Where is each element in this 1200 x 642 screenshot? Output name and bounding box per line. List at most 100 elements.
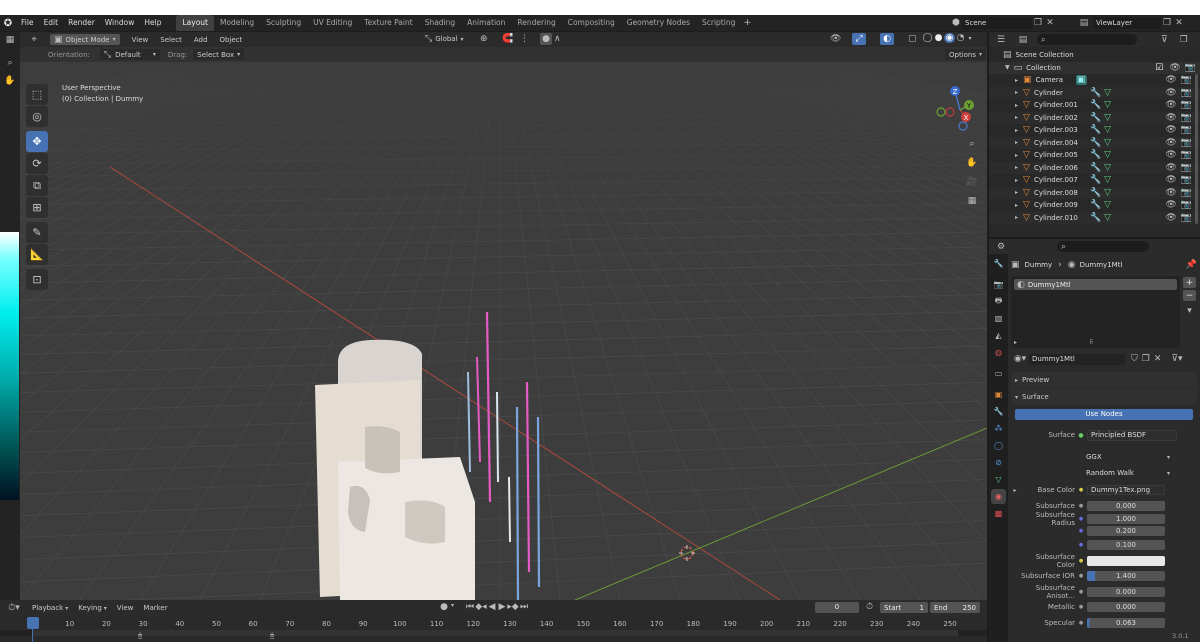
workspace-tab-animation[interactable]: Animation — [461, 15, 511, 31]
menu-select[interactable]: Select — [160, 36, 182, 44]
menu-object[interactable]: Object — [219, 36, 242, 44]
workspace-tab-rendering[interactable]: Rendering — [511, 15, 561, 31]
new-collection-icon[interactable]: ❐ — [1180, 35, 1188, 45]
start-frame-field[interactable]: Start 1 — [880, 602, 928, 613]
eye-icon[interactable]: 👁 — [1165, 200, 1176, 210]
socket-dot-icon[interactable]: ● — [1075, 604, 1087, 610]
wireframe-shading-icon[interactable]: ◯ — [922, 33, 933, 43]
eye-icon[interactable]: 👁 — [1165, 113, 1176, 123]
expand-arrow-icon[interactable]: ▸ — [1015, 139, 1018, 146]
subsurface-ior-field[interactable]: 1.400 — [1087, 571, 1165, 581]
outliner-editor-icon[interactable]: ☰ — [993, 35, 1009, 45]
object-tab-icon[interactable]: ▣ — [991, 387, 1006, 402]
link-type-icon[interactable]: ⊽▾ — [1171, 354, 1182, 364]
timeline-scrubber-track[interactable] — [0, 630, 987, 636]
outliner-row-object[interactable]: ▸ ▽ Cylinder 🔧 ▽ 👁 📷 — [989, 86, 1200, 99]
filter-icon[interactable]: ⊽ — [1161, 35, 1168, 45]
mesh-data-icon[interactable]: ▽ — [1104, 113, 1111, 123]
playback-menu[interactable]: Playback — [32, 604, 63, 612]
checkbox-icon[interactable]: ☑ — [1155, 63, 1163, 73]
subsurface-color-field[interactable] — [1087, 555, 1165, 566]
eye-icon[interactable]: 👁 — [1165, 150, 1176, 160]
camera-render-icon[interactable]: 📷 — [1181, 125, 1192, 135]
outliner-row-object[interactable]: ▸ ▽ Cylinder.004 🔧 ▽ 👁 📷 — [989, 136, 1200, 149]
menu-file[interactable]: File — [16, 15, 39, 31]
mesh-data-icon[interactable]: ▽ — [1104, 200, 1111, 210]
mesh-data-icon[interactable]: ▽ — [1104, 213, 1111, 223]
scene-name[interactable]: Scene — [962, 17, 1032, 29]
editor-type-icon[interactable]: ▦ — [4, 34, 16, 46]
expand-arrow-icon[interactable]: ▸ — [1015, 89, 1018, 96]
outliner-row-collection[interactable]: ▼ ▭ Collection ☑ 👁 📷 — [989, 61, 1200, 74]
jump-end-icon[interactable]: ⏭ — [519, 602, 529, 612]
remove-slot-icon[interactable]: − — [1183, 290, 1196, 301]
cursor-tool-icon[interactable]: ◎ — [26, 106, 48, 127]
camera-render-icon[interactable]: 📷 — [1185, 63, 1196, 73]
workspace-tab-layout[interactable]: Layout — [176, 15, 214, 31]
close-scene-icon[interactable]: ✕ — [1044, 18, 1056, 28]
3d-cursor-icon[interactable] — [677, 543, 697, 563]
modifier-wrench-icon[interactable]: 🔧 — [1090, 188, 1101, 198]
camera-render-icon[interactable]: 📷 — [1181, 175, 1192, 185]
expand-arrow-icon[interactable]: ▸ — [1015, 202, 1018, 209]
outliner-row-object[interactable]: ▸ ▽ Cylinder.007 🔧 ▽ 👁 📷 — [989, 174, 1200, 187]
chevron-down-icon[interactable]: ▾ — [966, 35, 974, 42]
outliner-row-object[interactable]: ▸ ▽ Cylinder.001 🔧 ▽ 👁 📷 — [989, 99, 1200, 112]
material-tab-icon[interactable]: ◉ — [991, 489, 1006, 504]
texture-tab-icon[interactable]: ▩ — [991, 506, 1006, 521]
subsurface-radius-z-field[interactable]: 0.100 — [1087, 540, 1165, 550]
view-layer-tab-icon[interactable]: ▧ — [991, 311, 1006, 326]
duplicate-material-icon[interactable]: ❐ — [1142, 354, 1150, 364]
marker-menu[interactable]: Marker — [143, 604, 167, 612]
zoom-view-icon[interactable]: ⌕ — [963, 135, 981, 153]
eye-icon[interactable]: 👁 — [1165, 188, 1176, 198]
next-keyframe-icon[interactable]: ▸◆ — [507, 602, 519, 612]
camera-render-icon[interactable]: 📷 — [1181, 138, 1192, 148]
expand-arrow-icon[interactable]: ▸ — [1015, 214, 1018, 221]
base-color-field[interactable]: Dummy1Tex.png — [1087, 485, 1165, 495]
socket-dot-icon[interactable]: ● — [1075, 503, 1087, 509]
view-layer-name[interactable]: ViewLayer — [1093, 17, 1161, 29]
modifier-wrench-icon[interactable]: 🔧 — [1090, 100, 1101, 110]
camera-data-icon[interactable]: ▣ — [1075, 75, 1087, 86]
modifier-wrench-icon[interactable]: 🔧 — [1090, 150, 1101, 160]
proportional-edit-icon[interactable]: ● — [540, 33, 552, 45]
modifier-wrench-icon[interactable]: 🔧 — [1090, 125, 1101, 135]
modifier-wrench-icon[interactable]: 🔧 — [1090, 138, 1101, 148]
camera-render-icon[interactable]: 📷 — [1181, 88, 1192, 98]
metallic-field[interactable]: 0.000 — [1087, 602, 1165, 612]
mesh-data-icon[interactable]: ▽ — [1104, 100, 1111, 110]
subsurface-radius-y-field[interactable]: 0.200 — [1087, 526, 1165, 536]
mesh-data-icon[interactable]: ▽ — [1104, 163, 1111, 173]
gizmo-toggle-icon[interactable]: ⤢ — [852, 33, 866, 45]
subsurface-field[interactable]: 0.000 — [1087, 500, 1165, 511]
rendered-shading-icon[interactable]: ◔ — [955, 33, 966, 43]
modifier-wrench-icon[interactable]: 🔧 — [1090, 175, 1101, 185]
stopwatch-icon[interactable]: ⏱ — [866, 602, 873, 612]
jump-start-icon[interactable]: ⏮ — [465, 602, 475, 612]
socket-dot-icon[interactable]: ● — [1075, 558, 1087, 564]
view-layer-selector[interactable]: ▤ ViewLayer ❐ ✕ — [1075, 17, 1185, 29]
sss-method-dropdown[interactable]: Random Walk ▾ — [1083, 467, 1173, 479]
measure-tool-icon[interactable]: 📐 — [26, 244, 48, 265]
render-tab-icon[interactable]: 📷 — [991, 277, 1006, 292]
eye-icon[interactable]: 👁 — [1169, 63, 1180, 73]
expand-arrow-icon[interactable]: ▸ — [1015, 127, 1018, 134]
workspace-tab-scripting[interactable]: Scripting — [696, 15, 741, 31]
workspace-tab-modeling[interactable]: Modeling — [214, 15, 260, 31]
collection-tab-icon[interactable]: ▭ — [991, 366, 1006, 381]
surface-shader-field[interactable]: Principled BSDF — [1087, 429, 1177, 441]
material-shading-icon[interactable]: ◉ — [944, 33, 955, 43]
camera-render-icon[interactable]: 📷 — [1181, 113, 1192, 123]
camera-render-icon[interactable]: 📷 — [1181, 150, 1192, 160]
outliner-row-object[interactable]: ▸ ▣ Camera ▣ 👁 📷 — [989, 74, 1200, 87]
scene-tab-icon[interactable]: ◭ — [991, 328, 1006, 343]
preview-section-header[interactable]: ▸ Preview — [1011, 372, 1197, 388]
eye-icon[interactable]: 👁 — [1165, 163, 1176, 173]
material-name-field[interactable]: Dummy1Mtl — [1029, 353, 1125, 365]
play-reverse-icon[interactable]: ◀ — [487, 602, 497, 612]
modifier-wrench-icon[interactable]: 🔧 — [1090, 213, 1101, 223]
menu-window[interactable]: Window — [100, 15, 140, 31]
socket-dot-icon[interactable]: ● — [1075, 487, 1087, 493]
physics-tab-icon[interactable]: ◯ — [991, 438, 1006, 453]
